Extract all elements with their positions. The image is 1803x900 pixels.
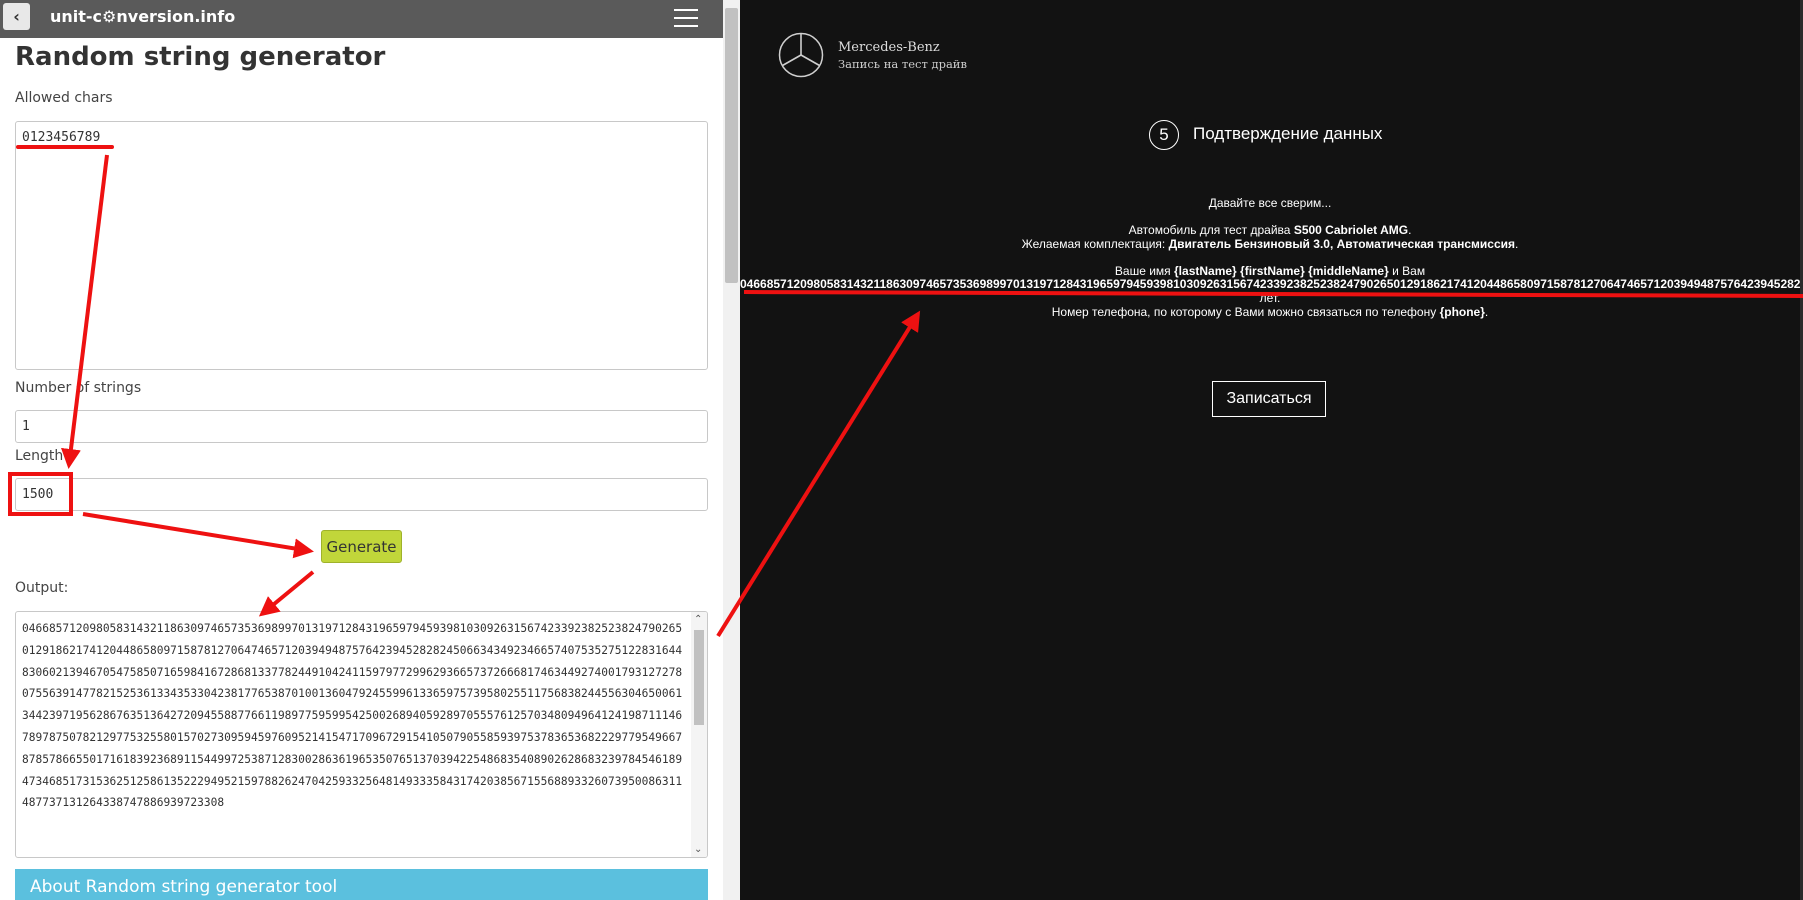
output-text: 0466857120980583143211863097465735369899… [22, 622, 683, 810]
config-value: Двигатель Бензиновый 3.0, Автоматическая… [1168, 237, 1515, 251]
number-of-strings-label: Number of strings [15, 380, 142, 396]
phone-line: Номер телефона, по которому с Вами можно… [1051, 305, 1489, 319]
number-of-strings-input[interactable]: 1 [15, 410, 708, 443]
page-title: Random string generator [15, 42, 386, 72]
site-logo-text[interactable]: unit-c⚙nversion.info [50, 7, 235, 26]
config-line: Желаемая комплектация: Двигатель Бензино… [1021, 237, 1519, 251]
mercedes-test-drive-panel: Mercedes-Benz Запись на тест драйв 5 Под… [740, 0, 1803, 900]
car-line: Автомобиль для тест драйва S500 Cabriole… [1128, 223, 1412, 237]
hamburger-menu-icon[interactable] [674, 9, 698, 27]
back-button[interactable]: ‹ [3, 3, 30, 30]
scroll-up-icon[interactable]: ⌃ [694, 614, 702, 625]
about-tool-header[interactable]: About Random string generator tool [15, 869, 708, 900]
mercedes-star-icon [778, 32, 824, 78]
page-scrollbar-thumb[interactable] [725, 8, 738, 283]
chevron-left-icon: ‹ [13, 7, 20, 26]
brand-name: Mercedes-Benz [838, 40, 940, 55]
name-line: Ваше имя {lastName} {firstName} {middleN… [1114, 264, 1426, 278]
page-scrollbar[interactable] [723, 0, 740, 900]
step-title: Подтверждение данных [1193, 124, 1383, 143]
age-value-overflow: 0466857120980583143211863097465735369899… [740, 277, 1800, 291]
car-model: S500 Cabriolet AMG [1293, 223, 1409, 237]
book-test-drive-button[interactable]: Записаться [1212, 381, 1326, 417]
step-number-badge: 5 [1149, 120, 1179, 150]
random-string-generator-panel: ‹ unit-c⚙nversion.info Random string gen… [0, 0, 740, 900]
name-placeholders: {lastName} {firstName} {middleName} [1174, 264, 1389, 278]
intro-text: Давайте все сверим... [1208, 196, 1332, 210]
scroll-down-icon[interactable]: ⌄ [694, 844, 702, 855]
output-label: Output: [15, 580, 69, 596]
allowed-chars-label: Allowed chars [15, 90, 113, 106]
length-input[interactable]: 1500 [15, 478, 708, 511]
output-scrollbar[interactable]: ⌃ ⌄ [691, 612, 707, 857]
output-scrollbar-thumb[interactable] [694, 630, 704, 725]
age-suffix: лет. [1259, 291, 1281, 305]
generate-button[interactable]: Generate [321, 530, 402, 563]
length-label: Length [15, 448, 64, 464]
output-textarea[interactable]: 0466857120980583143211863097465735369899… [15, 611, 708, 858]
brand-subtitle: Запись на тест драйв [838, 57, 967, 71]
phone-placeholder: {phone} [1439, 305, 1485, 319]
allowed-chars-textarea[interactable]: 0123456789 [15, 121, 708, 370]
site-header: ‹ unit-c⚙nversion.info [0, 0, 723, 38]
